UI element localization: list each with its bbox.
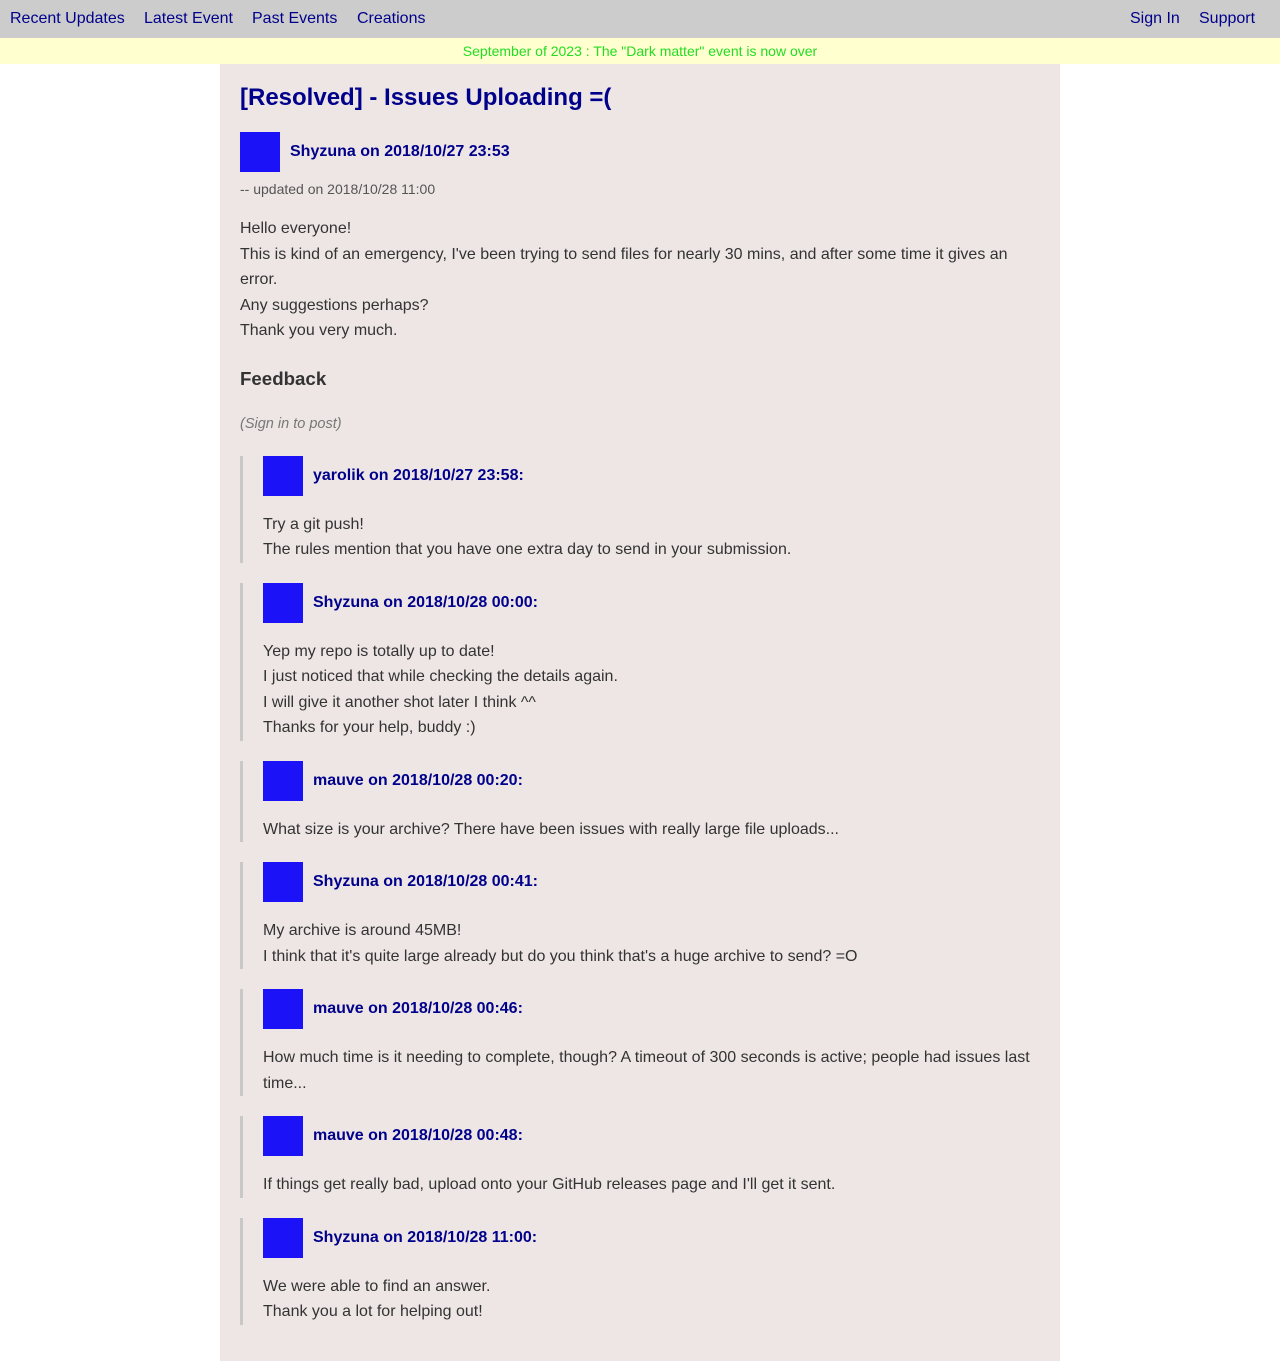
comment-line: My archive is around 45MB!	[263, 922, 462, 939]
post-author-row: Shyzuna on 2018/10/27 23:53	[240, 132, 1040, 172]
comment-author: yarolik on 2018/10/27 23:58:	[313, 466, 524, 484]
comment-line: The rules mention that you have one extr…	[263, 541, 792, 558]
comment-line: I will give it another shot later I thin…	[263, 693, 536, 711]
comment: Shyzuna on 2018/10/28 00:41: My archive …	[240, 862, 1040, 969]
nav-sign-in[interactable]: Sign In	[1130, 9, 1180, 29]
comment-text: Yep my repo is totally up to date! I jus…	[263, 639, 1040, 741]
avatar	[263, 455, 303, 496]
avatar	[263, 862, 303, 902]
avatar	[263, 1116, 303, 1156]
avatar	[240, 132, 280, 172]
comment-text: We were able to find an answer. Thank yo…	[263, 1274, 1040, 1325]
comment-list: yarolik on 2018/10/27 23:58: Try a git p…	[240, 455, 1040, 1325]
announcement-banner: September of 2023 : The "Dark matter" ev…	[0, 38, 1280, 64]
nav-past-events[interactable]: Past Events	[252, 9, 337, 29]
comment: mauve on 2018/10/28 00:46: How much time…	[240, 989, 1040, 1096]
sign-in-note: (Sign in to post)	[240, 415, 342, 432]
comment: Shyzuna on 2018/10/28 11:00: We were abl…	[240, 1217, 1040, 1325]
post-body-line: Any suggestions perhaps?	[240, 296, 429, 314]
comment-text: If things get really bad, upload onto yo…	[263, 1172, 1040, 1198]
post-title: [Resolved] - Issues Uploading =(	[240, 84, 612, 111]
comment-author-row: Shyzuna on 2018/10/28 00:00:	[263, 582, 1040, 623]
comment-line: Try a git push!	[263, 515, 364, 533]
comment-line: If things get really bad, upload onto yo…	[263, 1176, 836, 1193]
comment: Shyzuna on 2018/10/28 00:00: Yep my repo…	[240, 582, 1040, 741]
avatar	[263, 582, 303, 623]
comment-text: How much time is it needing to complete,…	[263, 1045, 1040, 1096]
nav-support[interactable]: Support	[1199, 9, 1255, 29]
feedback-heading: Feedback	[240, 367, 327, 389]
comment-author-row: Shyzuna on 2018/10/28 00:41:	[263, 862, 1040, 902]
post-author: Shyzuna on 2018/10/27 23:53	[290, 143, 510, 160]
comment-author-row: yarolik on 2018/10/27 23:58:	[263, 455, 1040, 496]
nav-latest-event[interactable]: Latest Event	[144, 9, 233, 29]
comment-author: Shyzuna on 2018/10/28 00:00:	[313, 593, 538, 611]
comment-author: mauve on 2018/10/28 00:46:	[313, 1000, 523, 1017]
comment-author-row: mauve on 2018/10/28 00:46:	[263, 989, 1040, 1029]
comment-line: I think that it's quite large already bu…	[263, 947, 858, 965]
comment-line: I just noticed that while checking the d…	[263, 668, 618, 685]
post-body-line: Hello everyone!	[240, 220, 352, 237]
comment-line: We were able to find an answer.	[263, 1277, 491, 1295]
comment-author: mauve on 2018/10/28 00:48:	[313, 1127, 523, 1144]
comment-author: Shyzuna on 2018/10/28 11:00:	[313, 1228, 538, 1246]
comment-author-row: mauve on 2018/10/28 00:48:	[263, 1116, 1040, 1156]
comment-text: My archive is around 45MB! I think that …	[263, 918, 1040, 969]
nav-creations[interactable]: Creations	[357, 9, 425, 29]
comment-author: mauve on 2018/10/28 00:20:	[313, 771, 523, 789]
avatar	[263, 1217, 303, 1258]
comment-author-row: Shyzuna on 2018/10/28 11:00:	[263, 1217, 1040, 1258]
avatar	[263, 989, 303, 1029]
comment-line: Yep my repo is totally up to date!	[263, 642, 495, 660]
post-body-line: This is kind of an emergency, I've been …	[240, 245, 1008, 289]
post-updated-timestamp: -- updated on 2018/10/28 11:00	[240, 181, 436, 197]
comment-text: What size is your archive? There have be…	[263, 817, 1040, 843]
post-body: Hello everyone! This is kind of an emerg…	[240, 216, 1040, 344]
comment: yarolik on 2018/10/27 23:58: Try a git p…	[240, 455, 1040, 563]
comment: mauve on 2018/10/28 00:20: What size is …	[240, 760, 1040, 843]
comment-text: Try a git push! The rules mention that y…	[263, 512, 1040, 563]
top-navigation: Recent Updates Latest Event Past Events …	[0, 0, 1280, 38]
avatar	[263, 760, 303, 801]
nav-recent-updates[interactable]: Recent Updates	[10, 9, 125, 29]
comment-author: Shyzuna on 2018/10/28 00:41:	[313, 873, 538, 890]
comment-line: Thank you a lot for helping out!	[263, 1303, 483, 1320]
comment-line: How much time is it needing to complete,…	[263, 1049, 1030, 1092]
post-body-line: Thank you very much.	[240, 322, 398, 339]
main-content: [Resolved] - Issues Uploading =( Shyzuna…	[220, 64, 1060, 1361]
comment-line: Thanks for your help, buddy :)	[263, 719, 476, 736]
comment-line: What size is your archive? There have be…	[263, 820, 839, 838]
comment-author-row: mauve on 2018/10/28 00:20:	[263, 760, 1040, 801]
comment: mauve on 2018/10/28 00:48: If things get…	[240, 1116, 1040, 1198]
